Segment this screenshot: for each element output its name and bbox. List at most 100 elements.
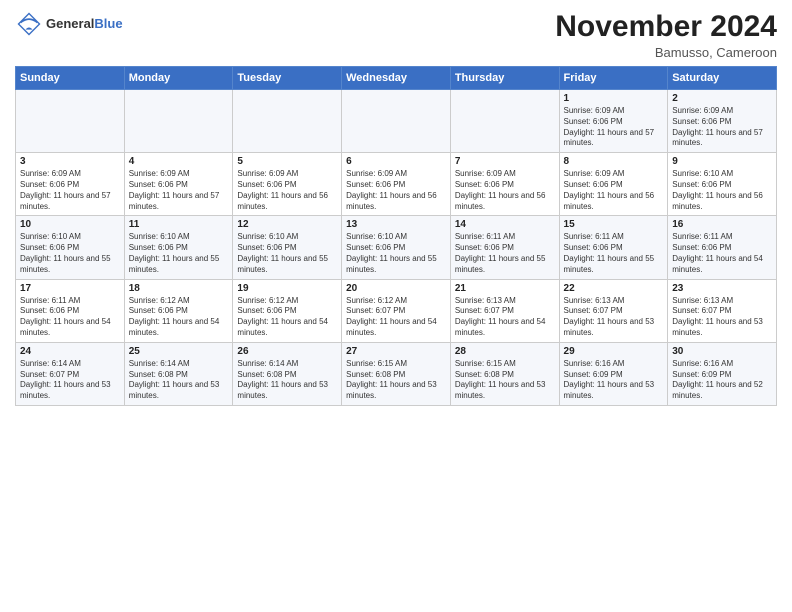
- day-number: 5: [237, 156, 337, 167]
- calendar-cell: 1 Sunrise: 6:09 AM Sunset: 6:06 PM Daylig…: [559, 90, 668, 153]
- calendar-cell: [342, 90, 451, 153]
- weekday-header-wednesday: Wednesday: [342, 67, 451, 90]
- calendar-cell: [450, 90, 559, 153]
- day-number: 2: [672, 93, 772, 104]
- day-number: 20: [346, 283, 446, 294]
- logo: GeneralBlue: [15, 10, 123, 38]
- calendar-cell: 11 Sunrise: 6:10 AM Sunset: 6:06 PM Dayli…: [124, 216, 233, 279]
- header: GeneralBlue November 2024 Bamusso, Camer…: [15, 10, 777, 60]
- day-info: Sunrise: 6:11 AM Sunset: 6:06 PM Dayligh…: [20, 296, 120, 339]
- day-number: 12: [237, 219, 337, 230]
- calendar-cell: 5 Sunrise: 6:09 AM Sunset: 6:06 PM Daylig…: [233, 153, 342, 216]
- calendar-cell: 3 Sunrise: 6:09 AM Sunset: 6:06 PM Daylig…: [16, 153, 125, 216]
- day-number: 25: [129, 346, 229, 357]
- calendar-cell: 6 Sunrise: 6:09 AM Sunset: 6:06 PM Daylig…: [342, 153, 451, 216]
- calendar-cell: [124, 90, 233, 153]
- day-number: 30: [672, 346, 772, 357]
- calendar-cell: 2 Sunrise: 6:09 AM Sunset: 6:06 PM Daylig…: [668, 90, 777, 153]
- day-info: Sunrise: 6:12 AM Sunset: 6:07 PM Dayligh…: [346, 296, 446, 339]
- day-number: 10: [20, 219, 120, 230]
- day-number: 3: [20, 156, 120, 167]
- day-info: Sunrise: 6:15 AM Sunset: 6:08 PM Dayligh…: [455, 359, 555, 402]
- day-info: Sunrise: 6:16 AM Sunset: 6:09 PM Dayligh…: [564, 359, 664, 402]
- calendar-cell: 15 Sunrise: 6:11 AM Sunset: 6:06 PM Dayli…: [559, 216, 668, 279]
- calendar-cell: 30 Sunrise: 6:16 AM Sunset: 6:09 PM Dayli…: [668, 342, 777, 405]
- calendar-cell: 24Sunrise: 6:14 AM Sunset: 6:07 PM Dayli…: [16, 342, 125, 405]
- logo-icon: [15, 10, 43, 38]
- day-info: Sunrise: 6:15 AM Sunset: 6:08 PM Dayligh…: [346, 359, 446, 402]
- day-number: 11: [129, 219, 229, 230]
- logo-general: General: [46, 16, 94, 31]
- calendar-cell: 9Sunrise: 6:10 AM Sunset: 6:06 PM Daylig…: [668, 153, 777, 216]
- calendar-cell: 7 Sunrise: 6:09 AM Sunset: 6:06 PM Daylig…: [450, 153, 559, 216]
- calendar-cell: 26Sunrise: 6:14 AM Sunset: 6:08 PM Dayli…: [233, 342, 342, 405]
- location: Bamusso, Cameroon: [555, 45, 777, 60]
- logo-text: GeneralBlue: [46, 16, 123, 32]
- day-info: Sunrise: 6:14 AM Sunset: 6:08 PM Dayligh…: [129, 359, 229, 402]
- calendar-cell: [233, 90, 342, 153]
- calendar-cell: 13 Sunrise: 6:10 AM Sunset: 6:06 PM Dayli…: [342, 216, 451, 279]
- day-number: 1: [564, 93, 664, 104]
- day-number: 15: [564, 219, 664, 230]
- day-number: 27: [346, 346, 446, 357]
- calendar: SundayMondayTuesdayWednesdayThursdayFrid…: [15, 66, 777, 406]
- day-info: Sunrise: 6:10 AM Sunset: 6:06 PM Dayligh…: [129, 232, 229, 275]
- calendar-cell: 29Sunrise: 6:16 AM Sunset: 6:09 PM Dayli…: [559, 342, 668, 405]
- calendar-cell: 10Sunrise: 6:10 AM Sunset: 6:06 PM Dayli…: [16, 216, 125, 279]
- day-number: 14: [455, 219, 555, 230]
- calendar-cell: 18 Sunrise: 6:12 AM Sunset: 6:06 PM Dayli…: [124, 279, 233, 342]
- calendar-cell: 4 Sunrise: 6:09 AM Sunset: 6:06 PM Daylig…: [124, 153, 233, 216]
- day-info: Sunrise: 6:09 AM Sunset: 6:06 PM Dayligh…: [20, 169, 120, 212]
- day-info: Sunrise: 6:13 AM Sunset: 6:07 PM Dayligh…: [455, 296, 555, 339]
- day-number: 7: [455, 156, 555, 167]
- day-info: Sunrise: 6:11 AM Sunset: 6:06 PM Dayligh…: [564, 232, 664, 275]
- calendar-cell: 19 Sunrise: 6:12 AM Sunset: 6:06 PM Dayli…: [233, 279, 342, 342]
- calendar-cell: 22 Sunrise: 6:13 AM Sunset: 6:07 PM Dayli…: [559, 279, 668, 342]
- calendar-cell: 14 Sunrise: 6:11 AM Sunset: 6:06 PM Dayli…: [450, 216, 559, 279]
- day-number: 19: [237, 283, 337, 294]
- calendar-cell: 27 Sunrise: 6:15 AM Sunset: 6:08 PM Dayli…: [342, 342, 451, 405]
- calendar-cell: 16 Sunrise: 6:11 AM Sunset: 6:06 PM Dayli…: [668, 216, 777, 279]
- day-info: Sunrise: 6:13 AM Sunset: 6:07 PM Dayligh…: [672, 296, 772, 339]
- day-info: Sunrise: 6:09 AM Sunset: 6:06 PM Dayligh…: [455, 169, 555, 212]
- day-info: Sunrise: 6:11 AM Sunset: 6:06 PM Dayligh…: [455, 232, 555, 275]
- day-number: 13: [346, 219, 446, 230]
- day-number: 4: [129, 156, 229, 167]
- weekday-header-sunday: Sunday: [16, 67, 125, 90]
- day-info: Sunrise: 6:09 AM Sunset: 6:06 PM Dayligh…: [129, 169, 229, 212]
- day-info: Sunrise: 6:09 AM Sunset: 6:06 PM Dayligh…: [237, 169, 337, 212]
- calendar-cell: 20 Sunrise: 6:12 AM Sunset: 6:07 PM Dayli…: [342, 279, 451, 342]
- day-number: 18: [129, 283, 229, 294]
- day-info: Sunrise: 6:12 AM Sunset: 6:06 PM Dayligh…: [237, 296, 337, 339]
- day-info: Sunrise: 6:09 AM Sunset: 6:06 PM Dayligh…: [672, 106, 772, 149]
- day-number: 21: [455, 283, 555, 294]
- day-info: Sunrise: 6:12 AM Sunset: 6:06 PM Dayligh…: [129, 296, 229, 339]
- calendar-cell: [16, 90, 125, 153]
- weekday-header-friday: Friday: [559, 67, 668, 90]
- calendar-cell: 12 Sunrise: 6:10 AM Sunset: 6:06 PM Dayli…: [233, 216, 342, 279]
- day-info: Sunrise: 6:13 AM Sunset: 6:07 PM Dayligh…: [564, 296, 664, 339]
- month-title: November 2024: [555, 10, 777, 43]
- day-info: Sunrise: 6:16 AM Sunset: 6:09 PM Dayligh…: [672, 359, 772, 402]
- day-info: Sunrise: 6:09 AM Sunset: 6:06 PM Dayligh…: [564, 169, 664, 212]
- day-info: Sunrise: 6:09 AM Sunset: 6:06 PM Dayligh…: [346, 169, 446, 212]
- day-number: 28: [455, 346, 555, 357]
- day-number: 9: [672, 156, 772, 167]
- day-number: 6: [346, 156, 446, 167]
- page: GeneralBlue November 2024 Bamusso, Camer…: [0, 0, 792, 612]
- day-info: Sunrise: 6:14 AM Sunset: 6:07 PM Dayligh…: [20, 359, 120, 402]
- weekday-header-thursday: Thursday: [450, 67, 559, 90]
- calendar-cell: 17Sunrise: 6:11 AM Sunset: 6:06 PM Dayli…: [16, 279, 125, 342]
- day-info: Sunrise: 6:10 AM Sunset: 6:06 PM Dayligh…: [346, 232, 446, 275]
- calendar-cell: 28 Sunrise: 6:15 AM Sunset: 6:08 PM Dayli…: [450, 342, 559, 405]
- day-number: 16: [672, 219, 772, 230]
- day-number: 22: [564, 283, 664, 294]
- calendar-cell: 25 Sunrise: 6:14 AM Sunset: 6:08 PM Dayli…: [124, 342, 233, 405]
- title-block: November 2024 Bamusso, Cameroon: [555, 10, 777, 60]
- day-info: Sunrise: 6:10 AM Sunset: 6:06 PM Dayligh…: [237, 232, 337, 275]
- day-info: Sunrise: 6:09 AM Sunset: 6:06 PM Dayligh…: [564, 106, 664, 149]
- day-info: Sunrise: 6:14 AM Sunset: 6:08 PM Dayligh…: [237, 359, 337, 402]
- weekday-header-monday: Monday: [124, 67, 233, 90]
- calendar-cell: 8Sunrise: 6:09 AM Sunset: 6:06 PM Daylig…: [559, 153, 668, 216]
- day-info: Sunrise: 6:11 AM Sunset: 6:06 PM Dayligh…: [672, 232, 772, 275]
